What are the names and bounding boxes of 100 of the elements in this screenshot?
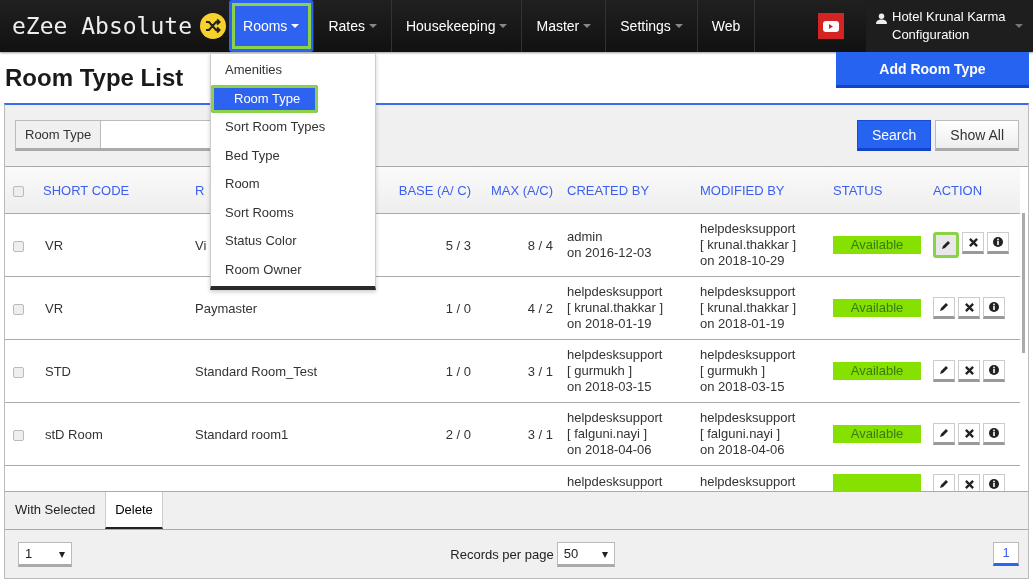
menu-item[interactable]: Status Color — [211, 227, 375, 256]
table-cell-text: helpdesksupport — [567, 284, 664, 300]
column-header[interactable]: BASE (A/ C) — [389, 167, 479, 214]
row-checkbox[interactable] — [13, 366, 24, 378]
column-header[interactable]: MAX (A/C) — [479, 167, 561, 214]
edit-button[interactable] — [933, 474, 955, 491]
table-cell: stD Room — [45, 426, 103, 442]
table-cell: Paymaster — [195, 300, 258, 316]
select-all-checkbox[interactable] — [13, 185, 24, 197]
menu-item[interactable]: Room — [211, 170, 375, 199]
menu-item[interactable]: Room Owner — [211, 255, 375, 284]
table-cell: 8 / 4 — [527, 237, 553, 253]
table-cell-text: helpdesksupport — [700, 221, 797, 237]
info-button[interactable] — [983, 360, 1005, 382]
menu-item[interactable]: Amenities — [211, 56, 375, 85]
delete-button[interactable] — [958, 360, 980, 382]
pencil-icon — [939, 479, 949, 489]
table-cell-text: [ krunal.thakkar ] — [567, 300, 665, 316]
nav-tab[interactable]: Master — [522, 0, 607, 52]
table-cell: VR — [45, 237, 64, 253]
close-icon — [964, 365, 974, 375]
page-select[interactable]: 1 — [18, 541, 72, 567]
status-badge: Available — [833, 362, 921, 380]
edit-button[interactable] — [933, 423, 955, 445]
table-cell-text: admin — [567, 229, 604, 245]
column-header[interactable]: SHORT CODE — [39, 167, 189, 214]
table-cell-text: helpdesksupport — [700, 410, 797, 426]
search-button[interactable]: Search — [856, 120, 932, 151]
nav-tab[interactable]: Rates — [314, 0, 392, 52]
user-icon — [876, 13, 887, 24]
pencil-icon — [939, 365, 949, 375]
nav-tab[interactable]: Settings — [606, 0, 698, 52]
delete-button[interactable] — [958, 474, 980, 491]
table-cell: 3 / 1 — [527, 363, 553, 379]
app-logo[interactable]: eZee Absolute — [12, 13, 192, 39]
delete-tab[interactable]: Delete — [105, 492, 163, 529]
scrollbar-thumb[interactable] — [1022, 213, 1025, 353]
table-cell-text: helpdesksupport — [700, 474, 797, 490]
menu-item[interactable]: Sort Rooms — [211, 198, 375, 227]
status-badge: Available — [833, 425, 921, 443]
add-room-type-button[interactable]: Add Room Type — [836, 52, 1029, 88]
column-header[interactable]: CREATED BY — [561, 167, 694, 214]
pencil-icon — [939, 428, 949, 438]
info-button[interactable] — [983, 423, 1005, 445]
records-per-page-select[interactable]: 50 — [556, 541, 615, 567]
row-checkbox[interactable] — [13, 429, 24, 441]
delete-button[interactable] — [958, 297, 980, 319]
nav-tab[interactable]: Housekeeping — [391, 0, 523, 52]
close-icon — [964, 479, 974, 489]
user-menu[interactable]: Hotel Krunal Karma Configuration — [866, 0, 1033, 52]
table-cell: 5 / 3 — [445, 237, 471, 253]
row-checkbox[interactable] — [13, 240, 24, 252]
table-cell-text: [ gurmukh ] — [567, 363, 634, 379]
info-icon — [993, 237, 1003, 247]
table-cell: 4 / 2 — [527, 300, 553, 316]
pencil-icon — [939, 302, 949, 312]
table-cell-text: on 2018-01-19 — [700, 316, 786, 332]
table-cell: Standard Room_Test — [195, 363, 318, 379]
delete-button[interactable] — [962, 232, 984, 254]
pencil-icon — [941, 240, 951, 250]
info-icon — [989, 302, 999, 312]
show-all-button[interactable]: Show All — [935, 120, 1019, 151]
video-play-icon[interactable] — [818, 13, 844, 39]
table-cell-text: helpdesksupport — [567, 410, 664, 426]
info-button[interactable] — [983, 297, 1005, 319]
menu-item[interactable]: Room Type — [211, 84, 318, 113]
page-link[interactable]: 1 — [993, 542, 1019, 566]
info-button[interactable] — [987, 232, 1009, 254]
shuffle-icon[interactable] — [200, 13, 226, 39]
table-cell: Vi — [195, 237, 207, 253]
nav-tab[interactable]: Rooms — [229, 0, 315, 52]
table-cell: 1 / 0 — [445, 363, 471, 379]
page-title: Room Type List — [5, 64, 184, 92]
info-button[interactable] — [983, 474, 1005, 491]
edit-button[interactable] — [933, 297, 955, 319]
column-header[interactable]: STATUS — [827, 167, 927, 214]
column-header[interactable]: MODIFIED BY — [694, 167, 827, 214]
edit-button[interactable] — [933, 360, 955, 382]
table-cell-text: on 2018-04-06 — [567, 442, 653, 458]
table-cell: 3 / 1 — [527, 426, 553, 442]
table-cell-text: [ falguni.nayi ] — [700, 426, 782, 442]
caret-icon — [59, 551, 65, 558]
records-per-page-label: Records per page — [450, 546, 554, 562]
edit-button[interactable] — [933, 232, 959, 258]
table-cell: VR — [45, 300, 64, 316]
delete-button[interactable] — [958, 423, 980, 445]
nav-tab[interactable]: Web — [697, 0, 756, 52]
table-cell-text: [ krunal.thakkar ] — [700, 237, 798, 253]
row-checkbox[interactable] — [13, 303, 24, 315]
table-cell: STD — [45, 363, 71, 379]
table-cell: 2 / 0 — [445, 426, 471, 442]
table-cell-text: on 2018-10-29 — [700, 253, 786, 269]
user-role: Configuration — [892, 26, 971, 44]
table-cell-text: on 2018-03-15 — [567, 379, 653, 395]
table-cell-text: helpdesksupport — [700, 284, 797, 300]
column-header[interactable]: ACTION — [927, 167, 1020, 214]
table-cell-text: helpdesksupport — [700, 347, 797, 363]
table-cell-text: [ gurmukh ] — [700, 363, 767, 379]
table-cell-text: on 2018-01-19 — [567, 316, 653, 332]
hotel-name: Hotel Krunal Karma — [892, 8, 1006, 26]
